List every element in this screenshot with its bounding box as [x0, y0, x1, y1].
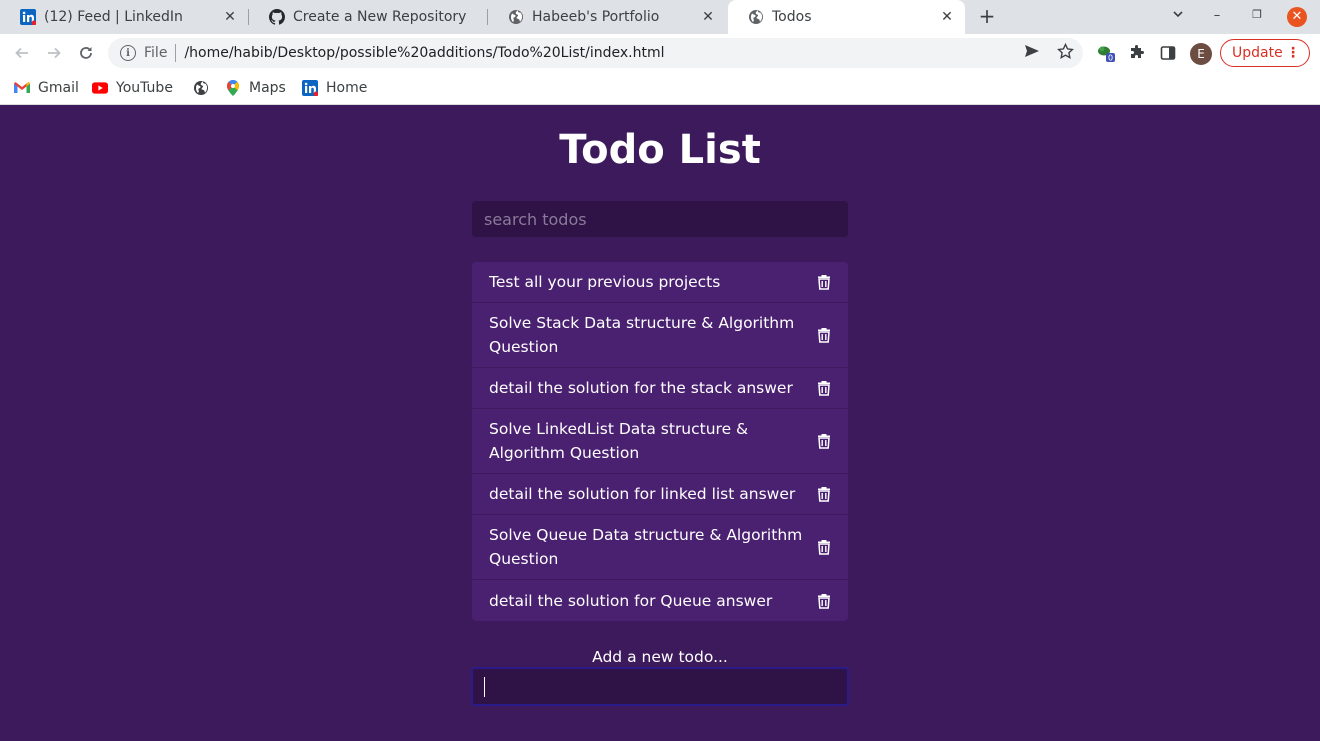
- search-input[interactable]: [472, 201, 848, 237]
- todo-text: Solve LinkedList Data structure & Algori…: [489, 420, 749, 462]
- more-menu-icon: ⋮: [1286, 45, 1300, 61]
- tab-portfolio[interactable]: Habeeb's Portfolio ✕: [488, 0, 726, 34]
- maps-icon: [225, 80, 241, 96]
- extensions-puzzle-icon[interactable]: [1127, 43, 1147, 63]
- todo-item: Solve Queue Data structure & Algorithm Q…: [472, 515, 848, 580]
- text-caret: [484, 677, 485, 697]
- todo-text: Test all your previous projects: [489, 273, 721, 291]
- add-todo-label: Add a new todo...: [592, 648, 728, 666]
- tab-search-chevron-icon[interactable]: [1168, 8, 1188, 24]
- site-info-icon[interactable]: i: [120, 45, 136, 61]
- browser-toolbar: i File /home/habib/Desktop/possible%20ad…: [0, 34, 1320, 72]
- profile-avatar[interactable]: E: [1190, 43, 1212, 65]
- github-icon: [269, 9, 285, 25]
- close-tab-icon[interactable]: ✕: [700, 9, 716, 25]
- trash-icon[interactable]: [816, 379, 832, 397]
- bookmark-home[interactable]: Home: [302, 78, 367, 98]
- tab-title: Habeeb's Portfolio: [532, 9, 660, 25]
- bookmark-gmail[interactable]: Gmail: [14, 78, 79, 98]
- trash-icon[interactable]: [816, 538, 832, 556]
- minimize-icon[interactable]: –: [1207, 8, 1227, 23]
- trash-icon[interactable]: [816, 592, 832, 610]
- bookmark-youtube[interactable]: YouTube: [92, 78, 173, 98]
- todo-item: Solve Stack Data structure & Algorithm Q…: [472, 303, 848, 368]
- todo-item: Solve LinkedList Data structure & Algori…: [472, 409, 848, 474]
- trash-icon[interactable]: [816, 326, 832, 344]
- bookmarks-bar: Gmail YouTube Maps Home: [0, 72, 1320, 105]
- tab-strip: (12) Feed | LinkedIn ✕ Create a New Repo…: [0, 0, 1320, 34]
- bookmark-maps[interactable]: Maps: [225, 78, 286, 98]
- todo-text: detail the solution for linked list answ…: [489, 485, 796, 503]
- update-label: Update: [1232, 45, 1283, 61]
- globe-icon: [508, 9, 524, 25]
- tab-linkedin[interactable]: (12) Feed | LinkedIn ✕: [0, 0, 248, 34]
- todo-text: Solve Queue Data structure & Algorithm Q…: [489, 526, 803, 568]
- bookmark-label: Maps: [249, 80, 286, 96]
- bookmark-label: YouTube: [116, 80, 173, 96]
- linkedin-icon: [302, 80, 318, 96]
- trash-icon[interactable]: [816, 485, 832, 503]
- address-url: /home/habib/Desktop/possible%20additions…: [184, 45, 665, 61]
- forward-button[interactable]: [41, 40, 67, 66]
- bookmark-label: Gmail: [38, 80, 79, 96]
- close-window-button[interactable]: ✕: [1287, 7, 1307, 27]
- address-bar[interactable]: i File /home/habib/Desktop/possible%20ad…: [108, 38, 1083, 68]
- todo-item: detail the solution for linked list answ…: [472, 474, 848, 515]
- close-tab-icon[interactable]: ✕: [222, 9, 238, 25]
- youtube-icon: [92, 80, 108, 96]
- bookmark-label: Home: [326, 80, 368, 96]
- todo-item: Test all your previous projects: [472, 262, 848, 303]
- tab-todos[interactable]: Todos ✕: [728, 0, 965, 34]
- restore-icon[interactable]: ❐: [1247, 8, 1267, 21]
- bookmark-star-icon[interactable]: [1055, 41, 1075, 61]
- update-button[interactable]: Update ⋮: [1220, 39, 1310, 67]
- tab-github[interactable]: Create a New Repository: [249, 0, 487, 34]
- extension-cloud-icon[interactable]: 0: [1096, 43, 1116, 63]
- bookmark-globe[interactable]: [193, 78, 217, 98]
- todo-item: detail the solution for Queue answer: [472, 580, 848, 621]
- reload-button[interactable]: [73, 40, 99, 66]
- trash-icon[interactable]: [816, 432, 832, 450]
- todo-text: Solve Stack Data structure & Algorithm Q…: [489, 314, 795, 356]
- todo-item: detail the solution for the stack answer: [472, 368, 848, 409]
- tab-title: Create a New Repository: [293, 9, 467, 25]
- globe-icon: [748, 9, 764, 25]
- todo-app: Todo List Test all your previous project…: [0, 105, 1320, 741]
- gmail-icon: [14, 80, 30, 96]
- side-panel-icon[interactable]: [1158, 43, 1178, 63]
- linkedin-icon: [20, 9, 36, 25]
- trash-icon[interactable]: [816, 273, 832, 291]
- tab-title: Todos: [772, 9, 812, 25]
- back-button[interactable]: [9, 40, 35, 66]
- todo-text: detail the solution for Queue answer: [489, 591, 773, 610]
- todo-text: detail the solution for the stack answer: [489, 379, 793, 397]
- tab-title: (12) Feed | LinkedIn: [44, 9, 183, 25]
- close-tab-icon[interactable]: ✕: [939, 9, 955, 25]
- globe-icon: [193, 80, 209, 96]
- address-divider: [175, 44, 177, 62]
- page-title: Todo List: [559, 127, 761, 173]
- add-todo-input[interactable]: [471, 667, 849, 706]
- new-tab-button[interactable]: +: [976, 5, 998, 27]
- send-icon[interactable]: [1022, 41, 1042, 61]
- extension-badge: 0: [1108, 54, 1113, 63]
- todo-list: Test all your previous projects Solve St…: [472, 262, 848, 621]
- address-scheme: File: [144, 45, 168, 61]
